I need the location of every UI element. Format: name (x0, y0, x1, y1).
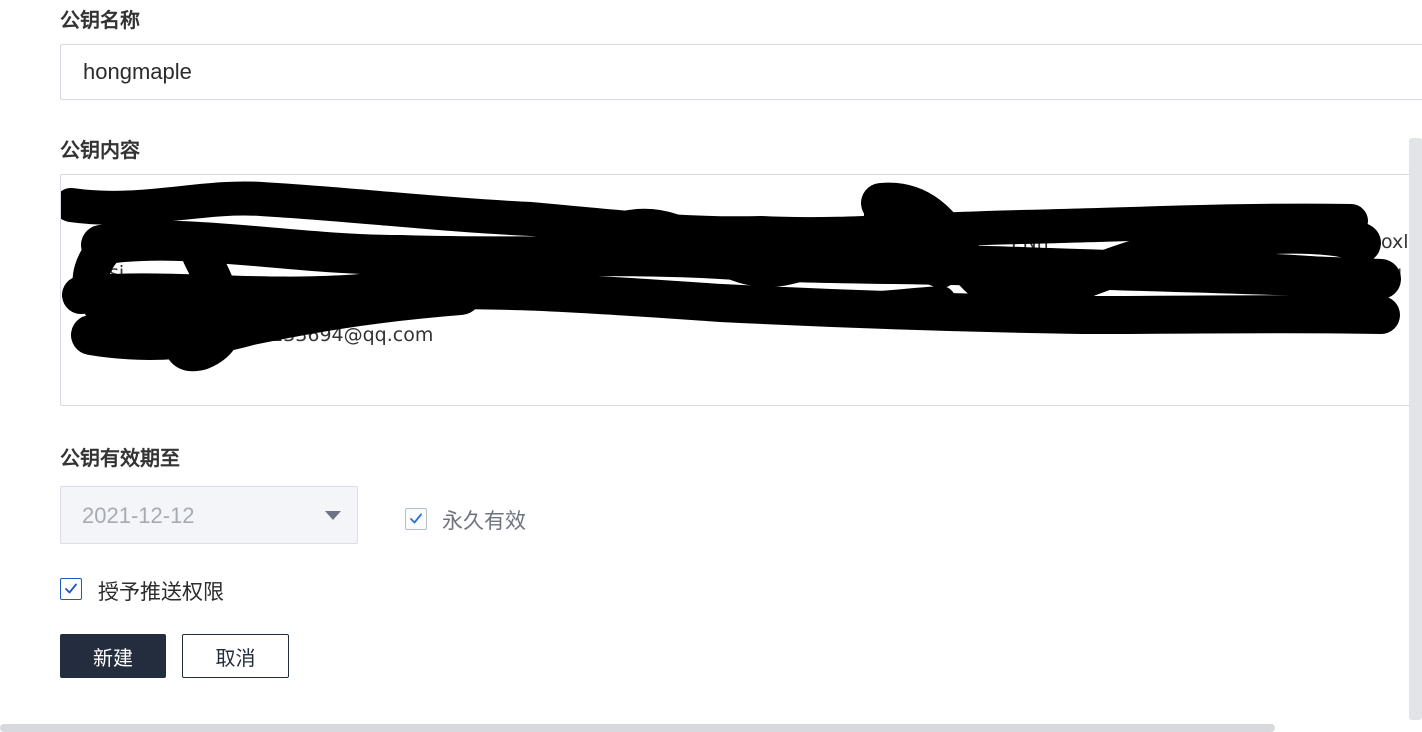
cancel-button[interactable]: 取消 (182, 634, 289, 678)
key-fragment-4: oxl (1381, 231, 1409, 253)
key-content-label: 公钥内容 (60, 138, 140, 162)
key-content-text: aC TAAAADAC PNh oxl si 9mGpadq kSoXlltqk… (81, 227, 1421, 405)
push-permission-checkbox[interactable] (60, 578, 82, 600)
permanent-checkbox[interactable] (405, 508, 427, 530)
caret-down-icon (325, 511, 341, 520)
key-fragment-8: 0133694@qq.com (259, 324, 434, 346)
push-permission-label: 授予推送权限 (98, 580, 224, 604)
expiry-date-picker[interactable]: 2021-12-12 (60, 486, 358, 544)
vertical-scrollbar[interactable] (1409, 138, 1422, 720)
horizontal-scrollbar[interactable] (0, 724, 1275, 732)
permanent-label: 永久有效 (442, 509, 526, 533)
check-icon (65, 583, 77, 594)
key-name-input[interactable] (60, 44, 1422, 100)
key-fragment-3: PNh (1011, 231, 1049, 253)
key-content-textarea[interactable]: aC TAAAADAC PNh oxl si 9mGpadq kSoXlltqk… (60, 174, 1422, 406)
key-fragment-7: kSoXlltqkJ (101, 293, 196, 315)
create-button[interactable]: 新建 (60, 634, 166, 678)
key-fragment-5: si (109, 262, 125, 284)
key-fragment-1: aC (159, 231, 184, 253)
key-name-label: 公钥名称 (60, 8, 140, 32)
key-fragment-6: 9mGpadq (1309, 262, 1403, 284)
expiry-label: 公钥有效期至 (60, 446, 180, 470)
expiry-date-value: 2021-12-12 (82, 503, 195, 528)
check-icon (410, 513, 422, 524)
new-ssh-key-form: 公钥名称 公钥内容 aC TAAAADAC PNh oxl si 9mGpadq… (0, 0, 1422, 732)
key-fragment-2: TAAAADAC (217, 231, 321, 253)
